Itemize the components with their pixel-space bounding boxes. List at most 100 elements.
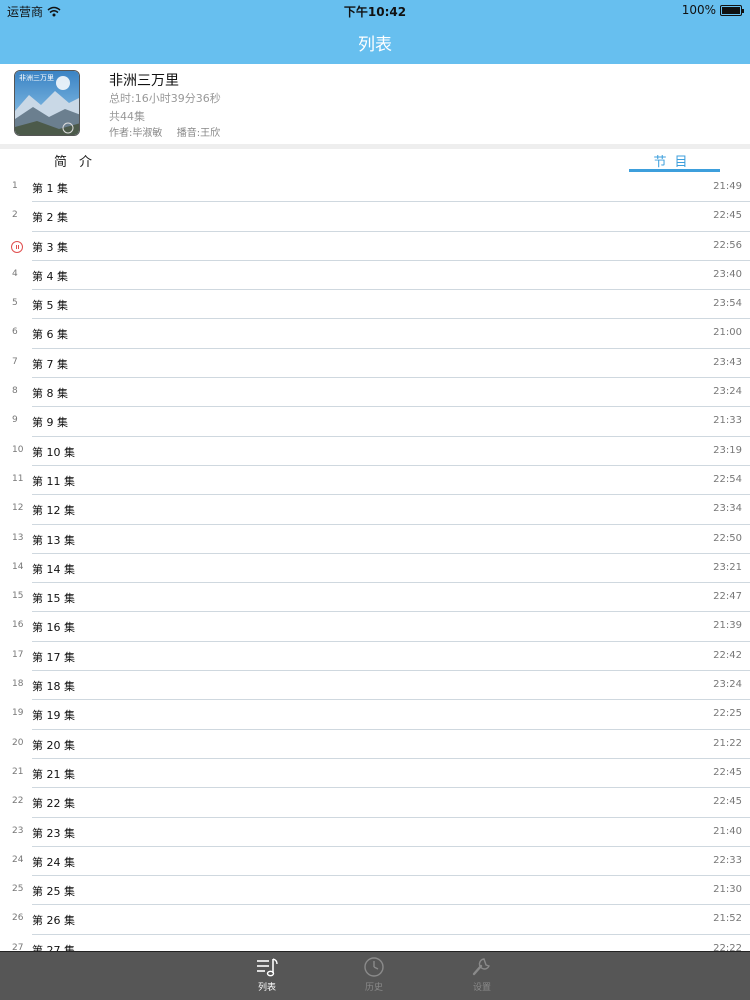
episode-title: 第 15 集 — [32, 592, 75, 606]
album-credits: 作者:毕淑敏 播音:王欣 — [109, 126, 221, 142]
episode-number: 15 — [12, 591, 24, 602]
episode-duration: 21:49 — [713, 181, 742, 192]
episode-duration: 23:43 — [713, 356, 742, 368]
episode-duration: 23:54 — [713, 298, 742, 310]
episode-row[interactable]: 2 第 2 集 22:45 — [0, 202, 750, 232]
episode-title: 第 18 集 — [32, 680, 75, 694]
album-author: 作者:毕淑敏 — [109, 128, 163, 139]
episode-number: 13 — [12, 532, 24, 543]
episode-title: 第 27 集 — [32, 943, 75, 951]
episode-row[interactable]: 第 3 集 22:56 — [0, 232, 750, 261]
episode-row[interactable]: 26 第 26 集 21:52 — [0, 905, 750, 935]
episode-row[interactable]: 23 第 23 集 21:40 — [0, 818, 750, 847]
tabbar-item-history[interactable]: 历史 — [344, 956, 404, 993]
episode-title: 第 13 集 — [32, 533, 75, 547]
episode-row[interactable]: 9 第 9 集 21:33 — [0, 407, 750, 437]
episode-duration: 23:34 — [713, 503, 742, 515]
episode-duration: 22:25 — [713, 708, 742, 720]
episode-number: 14 — [12, 561, 24, 572]
episode-title: 第 12 集 — [32, 504, 75, 518]
episode-title: 第 2 集 — [32, 211, 68, 225]
episode-title: 第 6 集 — [32, 328, 68, 342]
episode-duration: 22:54 — [713, 473, 742, 485]
album-episode-count: 共44集 — [109, 110, 145, 123]
episode-row[interactable]: 22 第 22 集 22:45 — [0, 788, 750, 818]
episode-row[interactable]: 21 第 21 集 22:45 — [0, 759, 750, 789]
episode-number: 11 — [12, 473, 24, 484]
battery-fill — [722, 6, 740, 14]
episode-row[interactable]: 18 第 18 集 23:24 — [0, 671, 750, 701]
pause-icon[interactable] — [11, 240, 23, 253]
episode-title: 第 21 集 — [32, 767, 75, 781]
episode-row[interactable]: 5 第 5 集 23:54 — [0, 290, 750, 320]
episode-title: 第 26 集 — [32, 914, 75, 928]
episode-row[interactable]: 25 第 25 集 21:30 — [0, 876, 750, 906]
tabbar-label-history: 历史 — [364, 983, 383, 993]
episode-duration: 21:30 — [713, 884, 742, 896]
album-narrator: 播音:王欣 — [176, 128, 221, 139]
tabbar-label-list: 列表 — [257, 983, 276, 993]
episode-number: 7 — [12, 356, 18, 367]
album-cover[interactable]: 非洲三万里 — [14, 70, 80, 136]
tab-intro[interactable]: 简介 — [54, 151, 104, 170]
status-time: 下午10:42 — [343, 5, 407, 19]
episode-title: 第 5 集 — [32, 299, 68, 313]
wrench-icon — [472, 958, 490, 976]
episode-row[interactable]: 6 第 6 集 21:00 — [0, 319, 750, 349]
episode-number: 20 — [12, 737, 24, 748]
episode-title: 第 17 集 — [32, 650, 75, 664]
episode-number: 23 — [12, 825, 24, 836]
episode-duration: 22:56 — [713, 239, 742, 251]
episode-number: 2 — [12, 210, 18, 221]
episode-title: 第 9 集 — [32, 416, 68, 430]
episode-row[interactable]: 17 第 17 集 22:42 — [0, 642, 750, 672]
episode-number: 18 — [12, 679, 24, 690]
episode-number: 25 — [12, 884, 24, 895]
episode-row[interactable]: 12 第 12 集 23:34 — [0, 495, 750, 525]
episode-row[interactable]: 10 第 10 集 23:19 — [0, 437, 750, 466]
episode-row[interactable]: 11 第 11 集 22:54 — [0, 466, 750, 496]
episode-row[interactable]: 16 第 16 集 21:39 — [0, 612, 750, 642]
episode-number: 6 — [12, 327, 18, 338]
tabbar-label-settings: 设置 — [472, 983, 491, 993]
episode-row[interactable]: 7 第 7 集 23:43 — [0, 349, 750, 379]
episode-row[interactable]: 19 第 19 集 22:25 — [0, 700, 750, 730]
album-total-time: 总时:16小时39分36秒 — [109, 92, 221, 105]
episode-number: 27 — [12, 942, 24, 951]
episode-duration: 22:33 — [713, 854, 742, 866]
clock-icon — [364, 957, 384, 977]
episode-row[interactable]: 24 第 24 集 22:33 — [0, 847, 750, 877]
album-info: 非洲三万里 总时:16小时39分36秒 共44集 作者:毕淑敏 播音:王欣 — [109, 70, 221, 142]
episode-number: 17 — [12, 649, 24, 660]
episode-title: 第 4 集 — [32, 269, 68, 283]
episode-title: 第 25 集 — [32, 885, 75, 899]
episode-row[interactable]: 13 第 13 集 22:50 — [0, 525, 750, 554]
tab-programs[interactable]: 节目 — [629, 151, 720, 170]
episode-duration: 21:00 — [713, 327, 742, 339]
status-bar: 运营商 下午10:42 100% — [0, 0, 750, 22]
episode-duration: 22:45 — [713, 766, 742, 778]
episode-number: 4 — [12, 268, 18, 279]
episode-title: 第 14 集 — [32, 562, 75, 576]
episode-row[interactable]: 1 第 1 集 21:49 — [0, 173, 750, 203]
episode-row[interactable]: 20 第 20 集 21:22 — [0, 730, 750, 759]
episode-row[interactable]: 4 第 4 集 23:40 — [0, 261, 750, 291]
episode-title: 第 8 集 — [32, 387, 68, 401]
episode-title: 第 23 集 — [32, 826, 75, 840]
album-title: 非洲三万里 — [109, 73, 179, 89]
episode-row[interactable]: 14 第 14 集 23:21 — [0, 554, 750, 584]
episode-duration: 23:21 — [713, 561, 742, 573]
episode-row[interactable]: 8 第 8 集 23:24 — [0, 378, 750, 408]
episode-title: 第 7 集 — [32, 357, 68, 371]
tabbar-item-list[interactable]: 列表 — [237, 956, 297, 993]
episode-number: 1 — [12, 181, 18, 191]
episode-number: 16 — [12, 620, 24, 631]
episode-row[interactable]: 27 第 27 集 22:22 — [0, 935, 750, 951]
episode-number: 5 — [12, 298, 18, 309]
tabbar-item-settings[interactable]: 设置 — [452, 956, 512, 993]
episode-title: 第 3 集 — [32, 240, 68, 254]
episode-list[interactable]: 1 第 1 集 21:49 2 第 2 集 22:45 第 3 集 22:56 4 第 4 集 23… — [0, 173, 750, 951]
episode-row[interactable]: 15 第 15 集 22:47 — [0, 583, 750, 613]
episode-duration: 22:50 — [713, 532, 742, 544]
battery-status: 100% — [682, 3, 744, 17]
